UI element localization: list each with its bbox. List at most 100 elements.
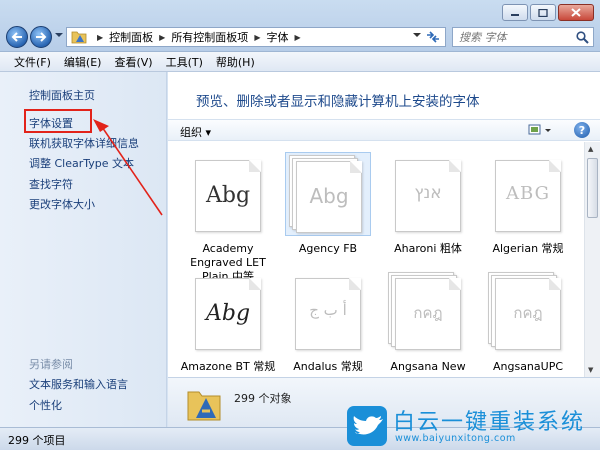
- font-sample: Abg: [205, 183, 251, 208]
- font-sheet-icon: אנץ: [395, 160, 461, 232]
- font-thumbnail: ABG: [485, 152, 571, 236]
- command-bar: 组织 ▾ ?: [168, 119, 600, 141]
- sidebar-link-find-character[interactable]: 查找字符: [29, 176, 73, 192]
- bird-logo-icon: [347, 406, 387, 446]
- fonts-folder-icon: [187, 391, 221, 421]
- arrow-left-icon: [11, 32, 22, 42]
- bird-icon: [353, 416, 383, 435]
- font-item-amazone-bt[interactable]: Abg Amazone BT 常规: [178, 270, 278, 374]
- breadcrumb: ▶ 控制面板 ▶ 所有控制面板项 ▶ 字体 ▶: [91, 29, 307, 45]
- font-name: Algerian 常规: [492, 242, 564, 255]
- close-icon: [571, 8, 581, 17]
- breadcrumb-item-control-panel[interactable]: 控制面板: [109, 29, 153, 45]
- font-item-angsanaupc[interactable]: กคฎ AngsanaUPC: [478, 270, 578, 374]
- font-thumbnail: אנץ: [385, 152, 471, 236]
- annotation-arrow-icon: [93, 119, 163, 216]
- font-item-andalus[interactable]: أ ب ج Andalus 常规: [278, 270, 378, 374]
- watermark-url: www.baiyunxitong.com: [395, 433, 516, 444]
- control-panel-folder-icon: [71, 31, 87, 44]
- object-count: 299 个对象: [234, 392, 292, 405]
- font-item-academy-engraved[interactable]: Abg Academy Engraved LET Plain 中等: [178, 152, 278, 284]
- font-item-algerian[interactable]: ABG Algerian 常规: [478, 152, 578, 256]
- breadcrumb-separator-icon[interactable]: ▶: [294, 33, 300, 42]
- address-dropdown-icon[interactable]: [413, 33, 421, 38]
- page-title: 预览、删除或者显示和隐藏计算机上安装的字体: [196, 94, 480, 110]
- breadcrumb-separator-icon: ▶: [97, 32, 104, 42]
- watermark-title: 白云一键重装系统: [393, 410, 586, 435]
- font-thumbnail: Abg: [185, 270, 271, 354]
- font-grid: Abg Academy Engraved LET Plain 中等 Abg Ag…: [168, 142, 584, 377]
- search-icon[interactable]: [576, 31, 589, 44]
- minimize-button[interactable]: [502, 4, 528, 21]
- menu-bar: 文件(F) 编辑(E) 查看(V) 工具(T) 帮助(H): [0, 52, 600, 72]
- font-sample: ABG: [506, 183, 550, 204]
- menu-view[interactable]: 查看(V): [114, 54, 152, 70]
- see-also-heading: 另请参阅: [29, 358, 73, 371]
- font-thumbnail: أ ب ج: [285, 270, 371, 354]
- font-name: Agency FB: [298, 242, 358, 255]
- menu-help[interactable]: 帮助(H): [216, 54, 255, 70]
- recent-pages-chevron-icon[interactable]: [55, 33, 63, 38]
- maximize-icon: [538, 8, 548, 17]
- menu-edit[interactable]: 编辑(E): [64, 54, 102, 70]
- font-item-angsana-new[interactable]: กคฎ Angsana New: [378, 270, 478, 374]
- maximize-button[interactable]: [530, 4, 556, 21]
- font-sheet-icon: Abg: [296, 161, 362, 233]
- font-name: Andalus 常规: [293, 360, 363, 373]
- content-pane: 预览、删除或者显示和隐藏计算机上安装的字体 组织 ▾ ? Abg Academy…: [168, 72, 600, 427]
- font-name: Aharoni 粗体: [394, 242, 462, 255]
- scroll-up-icon[interactable]: ▲: [588, 145, 593, 153]
- font-sheet-icon: أ ب ج: [295, 278, 361, 350]
- watermark: 白云一键重装系统 www.baiyunxitong.com: [347, 404, 597, 448]
- breadcrumb-separator-icon[interactable]: ▶: [159, 33, 165, 42]
- title-bar: ▶ 控制面板 ▶ 所有控制面板项 ▶ 字体 ▶: [0, 0, 600, 52]
- font-item-agency-fb[interactable]: Abg Agency FB: [278, 152, 378, 256]
- help-icon[interactable]: ?: [574, 122, 590, 138]
- font-thumbnail: Abg: [285, 152, 371, 236]
- font-sample: أ ب ج: [309, 301, 347, 319]
- font-name: AngsanaUPC: [492, 360, 564, 373]
- back-button[interactable]: [6, 26, 28, 48]
- close-button[interactable]: [558, 4, 594, 21]
- sidebar-link-change-font-size[interactable]: 更改字体大小: [29, 196, 95, 212]
- refresh-icon[interactable]: [425, 30, 441, 44]
- vertical-scrollbar[interactable]: ▲ ▼: [584, 142, 600, 377]
- breadcrumb-item-fonts[interactable]: 字体: [266, 29, 288, 45]
- arrow-right-icon: [36, 32, 47, 42]
- window-controls: [502, 4, 594, 21]
- minimize-icon: [511, 13, 519, 16]
- breadcrumb-item-all-items[interactable]: 所有控制面板项: [171, 29, 248, 45]
- font-thumbnail: Abg: [185, 152, 271, 236]
- forward-button[interactable]: [30, 26, 52, 48]
- font-sample: กคฎ: [513, 304, 543, 322]
- font-item-aharoni[interactable]: אנץ Aharoni 粗体: [378, 152, 478, 256]
- breadcrumb-separator-icon[interactable]: ▶: [254, 33, 260, 42]
- menu-tools[interactable]: 工具(T): [166, 54, 203, 70]
- font-sheet-icon: ABG: [495, 160, 561, 232]
- search-box: [452, 27, 594, 47]
- see-also-link-personalization[interactable]: 个性化: [29, 397, 62, 413]
- change-view-icon[interactable]: [528, 123, 552, 137]
- font-sheet-icon: กคฎ: [395, 278, 461, 350]
- font-sheet-icon: Abg: [195, 160, 261, 232]
- font-name: Amazone BT 常规: [180, 360, 276, 373]
- status-item-count: 299 个项目: [8, 434, 66, 447]
- menu-file[interactable]: 文件(F): [14, 54, 51, 70]
- font-thumbnail: กคฎ: [485, 270, 571, 354]
- font-sheet-icon: Abg: [195, 278, 261, 350]
- annotation-highlight-box: [24, 109, 92, 133]
- font-name: Angsana New: [390, 360, 466, 373]
- scroll-down-icon[interactable]: ▼: [588, 366, 593, 374]
- font-thumbnail: กคฎ: [385, 270, 471, 354]
- sidebar-link-control-panel-home[interactable]: 控制面板主页: [29, 87, 95, 103]
- font-sample: กคฎ: [413, 304, 443, 322]
- font-sample: Abg: [309, 184, 349, 208]
- organize-button[interactable]: 组织 ▾: [180, 124, 211, 140]
- address-bar[interactable]: ▶ 控制面板 ▶ 所有控制面板项 ▶ 字体 ▶: [66, 27, 446, 47]
- search-input[interactable]: [453, 28, 571, 46]
- font-sample: Abg: [205, 301, 251, 326]
- scrollbar-thumb[interactable]: [587, 158, 598, 218]
- font-sample: אנץ: [414, 183, 442, 203]
- font-sheet-icon: กคฎ: [495, 278, 561, 350]
- see-also-link-text-services[interactable]: 文本服务和输入语言: [29, 376, 128, 392]
